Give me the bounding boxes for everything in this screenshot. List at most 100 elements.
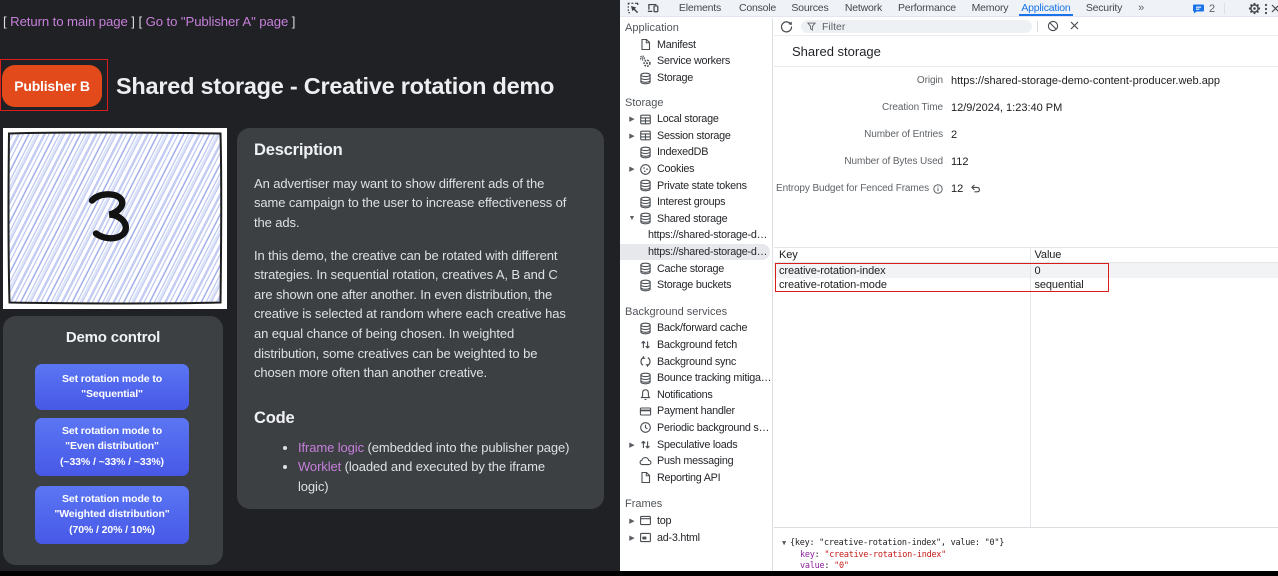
sidebar-item-label: Payment handler (657, 405, 735, 417)
sidebar-item-push-messaging[interactable]: Push messaging (620, 453, 772, 470)
sidebar-item-local-storage[interactable]: ▶Local storage (620, 111, 772, 128)
meta-value-text: 2 (951, 129, 957, 141)
sidebar-item-https-shared-storage-d[interactable]: https://shared-storage-d… (620, 244, 772, 261)
triangle-down-icon[interactable]: ▼ (782, 539, 786, 547)
sidebar-item-shared-storage[interactable]: ▼Shared storage (620, 211, 772, 228)
sidebar-item-cache-storage[interactable]: Cache storage (620, 260, 772, 277)
info-icon[interactable] (933, 184, 943, 194)
fetch-icon (639, 438, 652, 451)
settings-gear-icon[interactable] (1247, 2, 1261, 16)
sidebar-item-indexeddb[interactable]: IndexedDB (620, 144, 772, 161)
publisher-b-badge[interactable]: Publisher B (2, 65, 102, 107)
sidebar-item-label: Interest groups (657, 196, 725, 208)
tab-sources[interactable]: Sources (785, 0, 834, 16)
grid-header-value: Value (1030, 249, 1062, 261)
sidebar-item-bounce-tracking-mitiga[interactable]: Bounce tracking mitiga… (620, 370, 772, 387)
preview-summary-line[interactable]: ▼{key: "creative-rotation-index", value:… (774, 537, 1278, 549)
tab-performance[interactable]: Performance (892, 0, 962, 16)
sidebar-item-manifest[interactable]: Manifest (620, 37, 772, 54)
sidebar-item-label: Service workers (657, 55, 730, 67)
tab-elements[interactable]: Elements (673, 0, 727, 16)
document-icon (639, 38, 652, 51)
iframe-logic-link[interactable]: Iframe logic (298, 440, 364, 455)
triangle-right-icon[interactable]: ▶ (628, 517, 636, 525)
nav-link-publisher-a[interactable]: Go to "Publisher A" page (146, 14, 289, 29)
devtools-tabbar: Elements ConsoleSources NetworkPerformance… (620, 0, 1278, 17)
more-tabs-button[interactable]: » (1128, 2, 1145, 14)
grid-header-key: Key (774, 249, 1030, 261)
sidebar-item-notifications[interactable]: Notifications (620, 386, 772, 403)
set-weighted-distribution-button[interactable]: Set rotation mode to "Weighted distribut… (35, 486, 189, 544)
sidebar-item-label: Notifications (657, 389, 713, 401)
sidebar-item-label: Back/forward cache (657, 322, 747, 334)
delete-selected-icon[interactable] (1069, 20, 1082, 33)
sidebar-item-label: https://shared-storage-d… (648, 229, 767, 241)
filter-input[interactable]: Filter (801, 20, 1032, 34)
database-icon (639, 196, 652, 209)
sidebar-item-private-state-tokens[interactable]: Private state tokens (620, 177, 772, 194)
triangle-right-icon[interactable]: ▶ (628, 441, 636, 449)
triangle-right-icon[interactable]: ▶ (628, 132, 636, 140)
inspect-element-icon[interactable] (627, 2, 639, 14)
nav-link-main-page[interactable]: Return to main page (10, 14, 128, 29)
sidebar-section-header: Application (620, 20, 772, 37)
database-icon (639, 322, 652, 335)
sidebar-item-session-storage[interactable]: ▶Session storage (620, 128, 772, 145)
tab-application[interactable]: Application (1015, 0, 1076, 16)
meta-row-number-of-bytes-used: Number of Bytes Used112 (774, 148, 1278, 175)
ad-creative-3 (3, 128, 227, 309)
issues-button[interactable]: 2 (1192, 3, 1215, 15)
sidebar-item-storage[interactable]: Storage (620, 70, 772, 87)
meta-row-entropy-budget-for-fenced-frames: Entropy Budget for Fenced Frames12 (774, 175, 1278, 202)
reset-budget-icon[interactable] (970, 183, 981, 194)
triangle-right-icon[interactable]: ▶ (628, 165, 636, 173)
sidebar-item-back-forward-cache[interactable]: Back/forward cache (620, 320, 772, 337)
sidebar-item-label: Reporting API (657, 472, 720, 484)
tab-console[interactable]: Console (733, 0, 782, 16)
iframe-icon (639, 531, 652, 544)
triangle-down-icon[interactable]: ▼ (628, 215, 636, 222)
code-bullet: Iframe logic (embedded into the publishe… (298, 438, 588, 458)
clear-icon[interactable] (1047, 20, 1060, 33)
sidebar-item-payment-handler[interactable]: Payment handler (620, 403, 772, 420)
worklet-link[interactable]: Worklet (298, 459, 341, 474)
device-toolbar-icon[interactable] (647, 2, 659, 14)
sidebar-item-label: Periodic background s… (657, 422, 769, 434)
sidebar-item-background-fetch[interactable]: Background fetch (620, 337, 772, 354)
bottom-black-bar (0, 571, 1278, 576)
sidebar-item-background-sync[interactable]: Background sync (620, 353, 772, 370)
sidebar-item-https-shared-storage-d[interactable]: https://shared-storage-d… (620, 227, 772, 244)
sidebar-item-speculative-loads[interactable]: ▶Speculative loads (620, 436, 772, 453)
triangle-right-icon[interactable]: ▶ (628, 115, 636, 123)
sidebar-item-top[interactable]: ▶top (620, 513, 772, 530)
sidebar-item-ad-3-html[interactable]: ▶ad-3.html (620, 529, 772, 546)
grid-header[interactable]: Key Value (774, 248, 1278, 263)
meta-label: Creation Time (774, 102, 943, 113)
tab-security[interactable]: Security (1080, 0, 1128, 16)
sidebar-item-interest-groups[interactable]: Interest groups (620, 194, 772, 211)
database-icon (639, 372, 652, 385)
meta-value-text: https://shared-storage-demo-content-prod… (951, 75, 1220, 87)
set-sequential-button[interactable]: Set rotation mode to "Sequential" (35, 364, 189, 410)
tab-memory[interactable]: Memory (966, 0, 1015, 16)
frame-icon (639, 514, 652, 527)
preview-property-name: value (800, 561, 824, 571)
sidebar-item-service-workers[interactable]: Service workers (620, 53, 772, 70)
meta-value: 12 (951, 183, 981, 195)
sidebar-item-periodic-background-s[interactable]: Periodic background s… (620, 420, 772, 437)
cloud-icon (639, 455, 652, 468)
refresh-icon[interactable] (780, 20, 793, 33)
devtools-window: Elements ConsoleSources NetworkPerformance… (620, 0, 1278, 576)
sidebar-item-reporting-api[interactable]: Reporting API (620, 469, 772, 486)
code-bullet: Worklet (loaded and executed by the ifra… (298, 457, 588, 496)
table-icon (639, 113, 652, 126)
tab-network[interactable]: Network (839, 0, 888, 16)
meta-label: Origin (774, 75, 943, 86)
sidebar-item-storage-buckets[interactable]: Storage buckets (620, 277, 772, 294)
sidebar-item-cookies[interactable]: ▶Cookies (620, 161, 772, 178)
table-icon (639, 129, 652, 142)
set-even-distribution-button[interactable]: Set rotation mode to "Even distribution"… (35, 418, 189, 476)
triangle-right-icon[interactable]: ▶ (628, 534, 636, 542)
sidebar-section-frames: Frames▶top▶ad-3.html (620, 496, 772, 546)
close-devtools-icon[interactable] (1268, 2, 1278, 16)
